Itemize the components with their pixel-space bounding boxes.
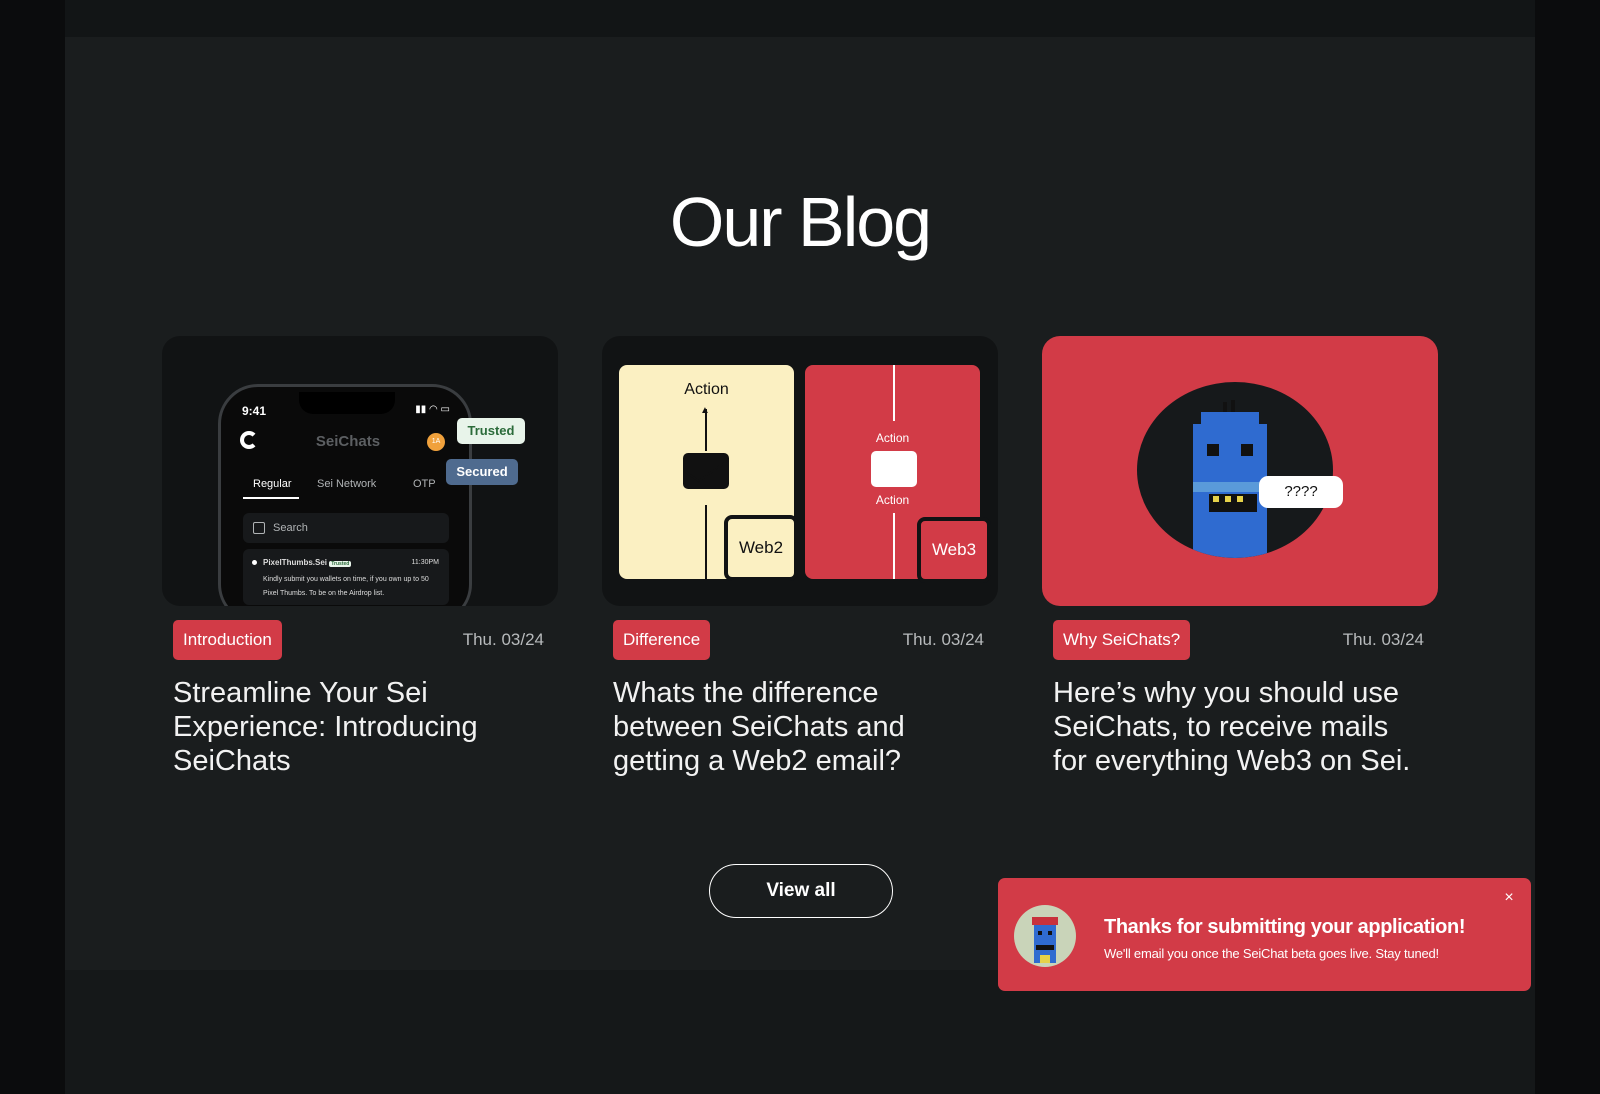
trusted-pill: Trusted (457, 418, 525, 444)
post-title[interactable]: Streamline Your Sei Experience: Introduc… (173, 676, 543, 778)
phone-tab-sei-network: Sei Network (317, 478, 377, 490)
message-time: 11:30PM (411, 559, 440, 566)
blog-card-why-seichats[interactable]: ???? Why SeiChats? Thu. 03/24 Here’s why… (1042, 336, 1438, 778)
post-date: Thu. 03/24 (462, 630, 544, 649)
success-toast: Thanks for submitting your application! … (998, 878, 1531, 991)
web2-panel: Action ▲ Web2 (619, 365, 798, 581)
envelope-icon (683, 453, 729, 489)
web3-action-top: Action (875, 431, 910, 445)
blog-card-difference[interactable]: Action ▲ Web2 Action Action Web3 Differe… (602, 336, 998, 778)
post-title[interactable]: Here’s why you should use SeiChats, to r… (1053, 676, 1423, 778)
web3-label: Web3 (917, 517, 991, 583)
category-tag[interactable]: Introduction (173, 620, 282, 660)
message-body: Kindly submit you wallets on time, if yo… (263, 576, 429, 597)
post-date: Thu. 03/24 (1342, 630, 1424, 649)
arrow-down-icon (893, 365, 895, 421)
web3-action-bottom: Action (875, 493, 910, 507)
top-bar (65, 0, 1535, 37)
view-all-button[interactable]: View all (709, 864, 893, 918)
phone-tab-regular: Regular (253, 478, 292, 490)
web3-panel: Action Action Web3 (805, 365, 991, 583)
phone-message: PixelThumbs.Sei Trusted 11:30PM Kindly s… (243, 549, 449, 605)
card-thumbnail: ???? (1042, 336, 1438, 606)
signal-wifi-battery-icon: ▮▮ ◠ ▭ (415, 404, 450, 415)
post-title[interactable]: Whats the difference between SeiChats an… (613, 676, 983, 778)
secured-pill: Secured (446, 459, 518, 485)
arrow-head-icon: ▲ (700, 405, 710, 416)
category-tag[interactable]: Why SeiChats? (1053, 620, 1191, 660)
section-title: Our Blog (669, 183, 932, 261)
pixel-character-icon (1193, 400, 1267, 558)
card-thumbnail: Action ▲ Web2 Action Action Web3 (602, 336, 998, 606)
speech-bubble: ???? (1259, 476, 1343, 508)
phone-mockup: 9:41 ▮▮ ◠ ▭ SeiChats 1A Regular Sei Netw… (218, 384, 472, 606)
blog-section: Our Blog 9:41 ▮▮ ◠ ▭ SeiChats 1A Regular… (65, 37, 1535, 970)
card-meta: Difference Thu. 03/24 (602, 620, 998, 660)
unread-dot-icon (252, 560, 257, 565)
message-badge: Trusted (329, 561, 352, 567)
toast-title: Thanks for submitting your application! (1104, 916, 1466, 938)
close-icon[interactable]: × (1499, 888, 1519, 908)
phone-tabs: Regular Sei Network OTP (231, 473, 461, 503)
phone-time: 9:41 (242, 404, 267, 418)
post-date: Thu. 03/24 (902, 630, 984, 649)
category-tag[interactable]: Difference (613, 620, 711, 660)
pixel-avatar-circle (1137, 382, 1333, 558)
web2-action-label: Action (684, 381, 729, 398)
card-meta: Why SeiChats? Thu. 03/24 (1042, 620, 1438, 660)
card-meta: Introduction Thu. 03/24 (162, 620, 558, 660)
web2-label: Web2 (724, 515, 798, 581)
card-thumbnail: 9:41 ▮▮ ◠ ▭ SeiChats 1A Regular Sei Netw… (162, 336, 558, 606)
phone-tab-otp: OTP (413, 478, 436, 490)
blog-card-introduction[interactable]: 9:41 ▮▮ ◠ ▭ SeiChats 1A Regular Sei Netw… (162, 336, 558, 778)
toast-message: We'll email you once the SeiChat beta go… (1104, 946, 1439, 961)
phone-notch (299, 392, 395, 414)
phone-search: Search (243, 513, 449, 543)
envelope-icon (871, 451, 917, 487)
search-icon (253, 522, 265, 535)
avatar (1014, 905, 1076, 967)
tab-underline (243, 497, 299, 499)
message-sender: PixelThumbs.Sei Trusted (263, 558, 352, 567)
arrow-up-icon (705, 505, 707, 579)
pixel-character-icon (1032, 917, 1058, 963)
avatar: 1A (427, 433, 445, 451)
phone-search-placeholder: Search (273, 522, 308, 534)
arrow-up-icon (893, 513, 895, 579)
